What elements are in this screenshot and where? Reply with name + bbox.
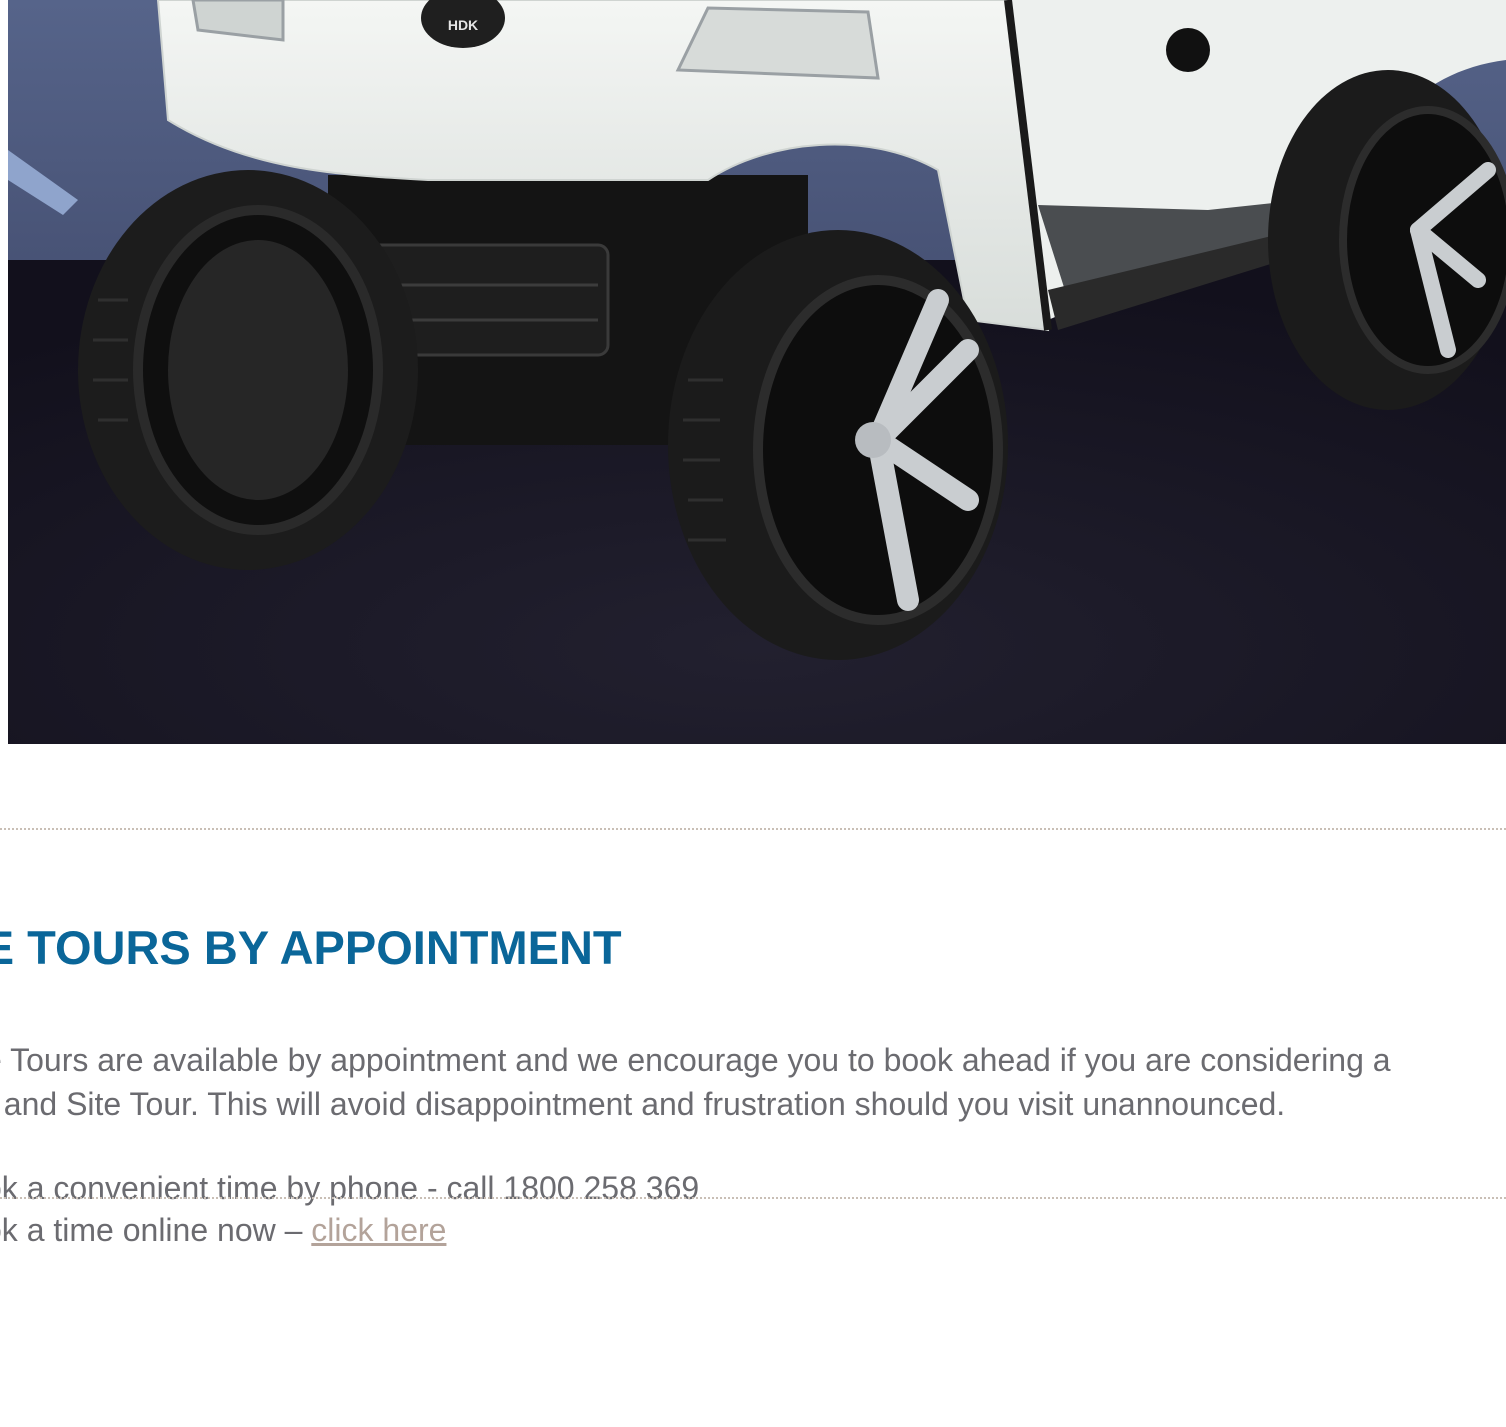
hdk-logo: HDK	[448, 17, 478, 33]
section-heading: TE TOURS BY APPOINTMENT	[0, 921, 622, 974]
intro-paragraph-line2: t and Site Tour. This will avoid disappo…	[0, 1086, 1286, 1122]
divider-top	[0, 828, 1506, 830]
golf-cart-wheels-image: HDK	[8, 0, 1506, 744]
click-here-link[interactable]: click here	[311, 1212, 446, 1248]
intro-paragraph-line1: e Tours are available by appointment and…	[0, 1042, 1391, 1078]
golf-cart-illustration: HDK	[8, 0, 1506, 744]
phone-booking-line: ok a convenient time by phone - call 180…	[0, 1170, 700, 1206]
divider-bottom	[0, 1197, 1506, 1199]
online-booking-line: ok a time online now – click here	[0, 1208, 446, 1252]
page: HDK TE TOURS BY APPOINTMENT e Tours are …	[0, 0, 1506, 1427]
online-booking-text: ok a time online now –	[0, 1212, 312, 1248]
